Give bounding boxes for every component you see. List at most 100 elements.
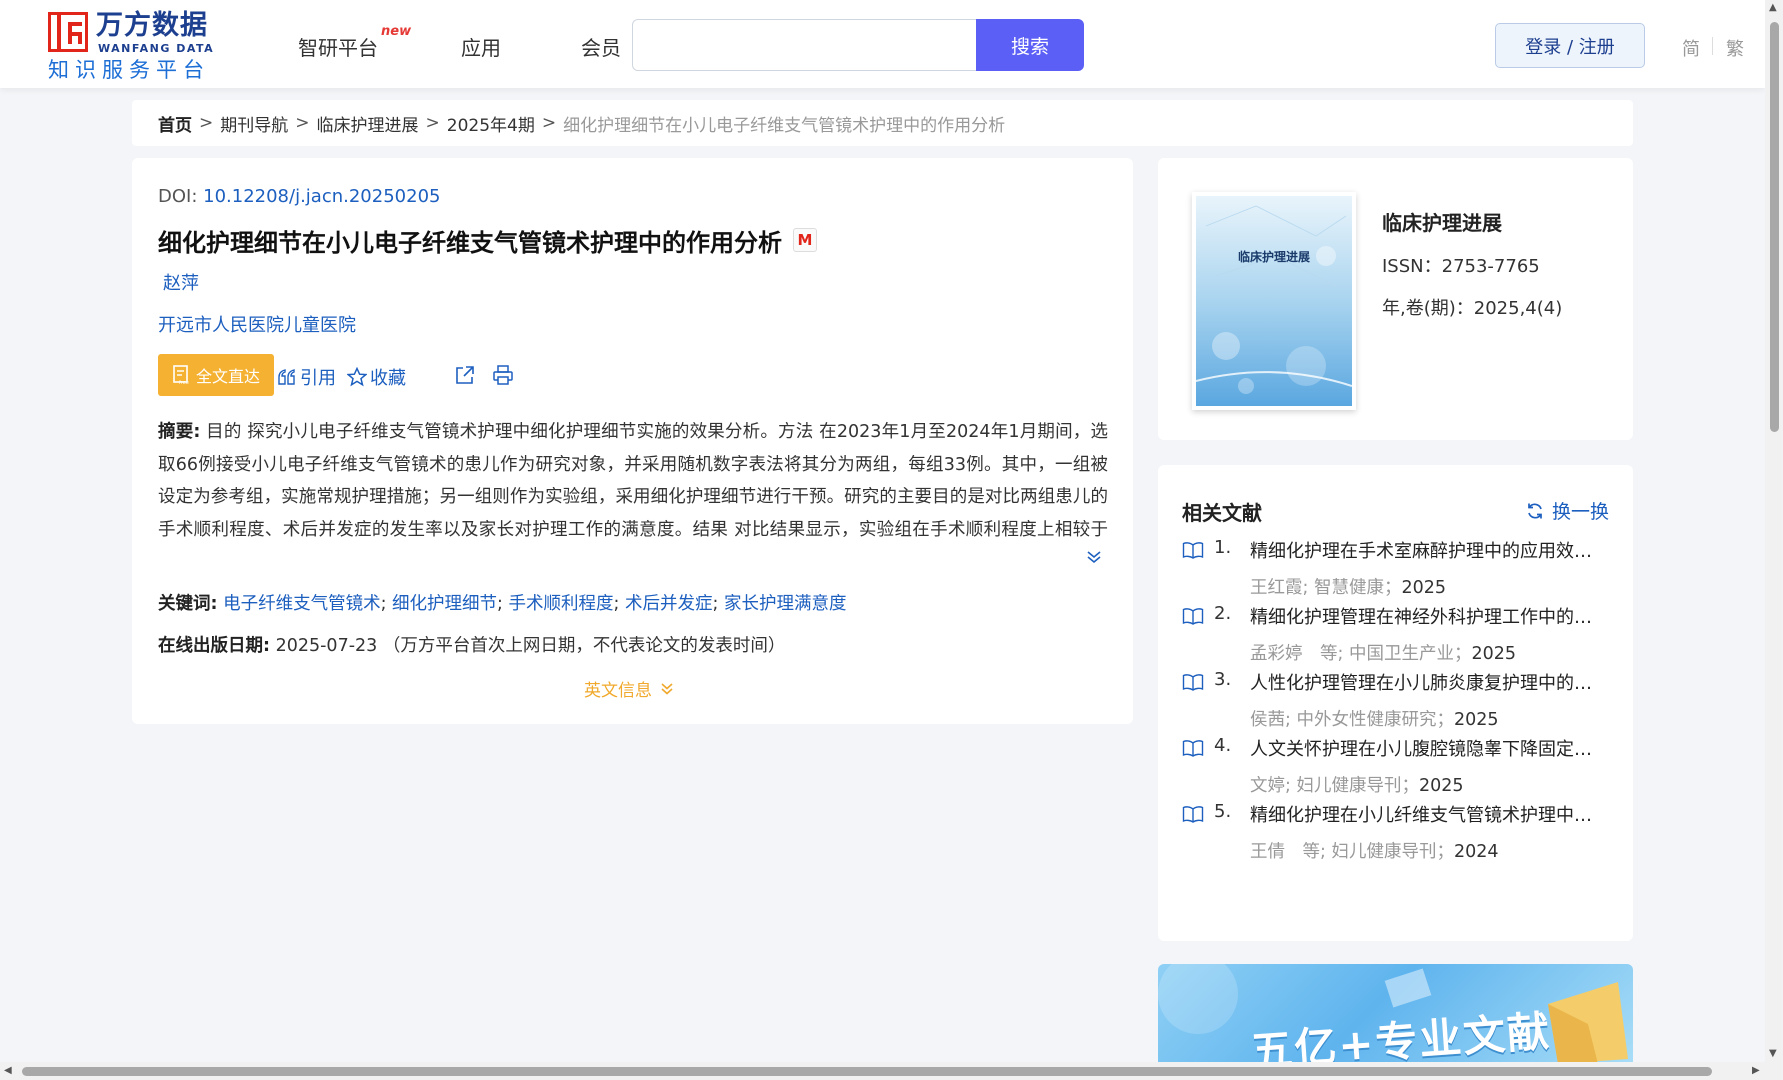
mendeley-icon[interactable]: M xyxy=(793,228,817,252)
journal-volume-value: 2025,4(4) xyxy=(1473,298,1563,319)
horizontal-scroll-thumb[interactable] xyxy=(22,1067,1712,1076)
logo-english-name: WANFANG DATA xyxy=(98,42,215,55)
affiliation-link[interactable]: 开远市人民医院儿童医院 xyxy=(158,311,356,337)
chevron-double-down-icon xyxy=(661,682,673,695)
breadcrumb-separator: > xyxy=(425,113,440,133)
scroll-down-arrow-icon[interactable]: ▼ xyxy=(1769,1048,1777,1059)
breadcrumb-home[interactable]: 首页 xyxy=(158,111,192,136)
breadcrumb-separator: > xyxy=(541,113,557,133)
fulltext-label: 全文直达 xyxy=(195,367,260,386)
search-input[interactable] xyxy=(632,19,976,71)
print-icon[interactable] xyxy=(492,364,514,386)
related-item-number: 5. xyxy=(1214,801,1232,822)
refresh-button[interactable]: 换一换 xyxy=(1526,497,1609,524)
journal-volume: 年,卷(期)：2025,4(4) xyxy=(1382,294,1562,320)
horizontal-scrollbar[interactable]: ◀ ▶ xyxy=(0,1062,1783,1080)
logo-subtitle: 知识服务平台 xyxy=(48,58,210,82)
lang-divider xyxy=(1712,37,1713,55)
journal-volume-label: 年,卷(期)： xyxy=(1382,298,1474,319)
publish-date-note: （万方平台首次上网日期，不代表论文的发表时间） xyxy=(382,636,786,656)
top-header: 万方数据 WANFANG DATA 知识服务平台 智研平台 new 应用 会员 … xyxy=(0,0,1765,88)
related-item-source: 文婷; 妇儿健康导刊； xyxy=(1250,776,1419,796)
keyword-link[interactable]: 电子纤维支气管镜术 xyxy=(223,594,381,614)
svg-text:free: free xyxy=(179,380,189,385)
related-item-meta: 王红霞; 智慧健康；2025 xyxy=(1250,574,1446,599)
book-icon xyxy=(1182,674,1204,691)
favorite-button[interactable]: 收藏 xyxy=(347,364,406,390)
vertical-scrollbar[interactable]: ▲ ▼ xyxy=(1765,0,1783,1062)
article-title: 细化护理细节在小儿电子纤维支气管镜术护理中的作用分析 xyxy=(158,229,782,257)
breadcrumb-issue[interactable]: 2025年4期 xyxy=(447,111,535,136)
search-button[interactable]: 搜索 xyxy=(976,19,1084,71)
related-item-title[interactable]: 人文关怀护理在小儿腹腔镜隐睾下降固定术中的应用 xyxy=(1250,735,1600,761)
nav-zhiyan-platform[interactable]: 智研平台 xyxy=(298,32,378,61)
vertical-scroll-thumb[interactable] xyxy=(1770,22,1779,432)
author-link[interactable]: 赵萍 xyxy=(163,269,199,295)
keyword-link[interactable]: 手术顺利程度 xyxy=(509,594,614,614)
login-register-button[interactable]: 登录 / 注册 xyxy=(1495,23,1645,68)
related-item-title[interactable]: 精细化护理在小儿纤维支气管镜术护理中的应用分析 xyxy=(1250,801,1600,827)
english-info-toggle[interactable]: 英文信息 xyxy=(584,676,674,701)
lang-traditional-toggle[interactable]: 繁 xyxy=(1726,35,1744,61)
favorite-label: 收藏 xyxy=(370,368,406,389)
related-item-source: 王红霞; 智慧健康； xyxy=(1250,578,1402,598)
related-item-year: 2025 xyxy=(1418,776,1464,796)
related-item-number: 2. xyxy=(1214,603,1232,624)
share-icon[interactable] xyxy=(454,364,476,386)
related-item-source: 王倩 等; 妇儿健康导刊； xyxy=(1250,842,1454,862)
promo-banner[interactable]: 五亿+专业文献 xyxy=(1158,964,1633,1064)
breadcrumb-journal[interactable]: 临床护理进展 xyxy=(317,111,419,136)
nav-membership[interactable]: 会员 xyxy=(581,32,621,61)
doi-line: DOI: 10.12208/j.jacn.20250205 xyxy=(158,186,440,207)
wanfang-logo-mark-icon xyxy=(48,12,88,52)
scroll-right-arrow-icon[interactable]: ▶ xyxy=(1752,1065,1760,1076)
abstract-label: 摘要: xyxy=(158,422,201,442)
journal-cover-title: 临床护理进展 xyxy=(1237,250,1310,264)
doi-link[interactable]: 10.12208/j.jacn.20250205 xyxy=(203,186,440,207)
free-document-icon: free xyxy=(173,365,189,385)
keywords-row: 关键词: 电子纤维支气管镜术; 细化护理细节; 手术顺利程度; 术后并发症; 家… xyxy=(158,594,847,614)
lang-simplified-toggle[interactable]: 简 xyxy=(1682,35,1700,61)
breadcrumb-journal-nav[interactable]: 期刊导航 xyxy=(220,111,288,136)
related-item-meta: 文婷; 妇儿健康导刊；2025 xyxy=(1250,772,1464,797)
publish-date-row: 在线出版日期: 2025-07-23 （万方平台首次上网日期，不代表论文的发表时… xyxy=(158,632,785,657)
book-icon xyxy=(1182,740,1204,757)
breadcrumb-separator: > xyxy=(295,113,310,133)
related-item-meta: 王倩 等; 妇儿健康导刊；2024 xyxy=(1250,838,1499,863)
expand-abstract-icon[interactable] xyxy=(1086,549,1102,565)
related-item-meta: 侯茜; 中外女性健康研究；2025 xyxy=(1250,706,1499,731)
related-item-title[interactable]: 人性化护理管理在小儿肺炎康复护理中的应用效果 xyxy=(1250,669,1600,695)
keyword-link[interactable]: 细化护理细节 xyxy=(392,594,497,614)
cite-button[interactable]: 引用 xyxy=(277,364,336,390)
journal-cover-image xyxy=(1195,196,1353,406)
scroll-up-arrow-icon[interactable]: ▲ xyxy=(1769,2,1777,13)
english-info-label: 英文信息 xyxy=(584,681,652,701)
fulltext-button[interactable]: free 全文直达 xyxy=(158,354,274,396)
related-item[interactable]: 5. 精细化护理在小儿纤维支气管镜术护理中的应用分析王倩 等; 妇儿健康导刊；20… xyxy=(1182,801,1612,876)
abstract: 摘要: 目的 探究小儿电子纤维支气管镜术护理中细化护理细节实施的效果分析。方法 … xyxy=(158,416,1108,546)
keyword-link[interactable]: 家长护理满意度 xyxy=(724,594,847,614)
star-icon xyxy=(347,367,367,387)
keywords-label: 关键词: xyxy=(158,594,218,614)
related-item-title[interactable]: 精细化护理在手术室麻醉护理中的应用效果分析 xyxy=(1250,537,1600,563)
journal-issn-label: ISSN： xyxy=(1382,256,1442,277)
nav-apps[interactable]: 应用 xyxy=(461,32,501,61)
scroll-left-arrow-icon[interactable]: ◀ xyxy=(4,1065,12,1076)
journal-name[interactable]: 临床护理进展 xyxy=(1382,207,1502,236)
related-item-title[interactable]: 精细化护理管理在神经外科护理工作中的应用效果 xyxy=(1250,603,1600,629)
book-icon xyxy=(1182,608,1204,625)
keyword-link[interactable]: 术后并发症 xyxy=(625,594,713,614)
journal-card: 临床护理进展 临床护理进展 ISSN：2753-7765 年,卷(期)：2025… xyxy=(1158,158,1633,440)
related-item[interactable]: 3. 人性化护理管理在小儿肺炎康复护理中的应用效果侯茜; 中外女性健康研究；202… xyxy=(1182,669,1612,744)
related-item[interactable]: 1. 精细化护理在手术室麻醉护理中的应用效果分析 王红霞; 智慧健康；2025 xyxy=(1182,537,1612,612)
related-title: 相关文献 xyxy=(1182,501,1262,525)
wanfang-logo[interactable]: 万方数据 WANFANG DATA 知识服务平台 xyxy=(48,10,218,82)
book-icon xyxy=(1182,806,1204,823)
related-item-source: 孟彩婷 等; 中国卫生产业； xyxy=(1250,644,1472,664)
book-icon xyxy=(1182,542,1204,559)
breadcrumb-current: 细化护理细节在小儿电子纤维支气管镜术护理中的作用分析 xyxy=(563,115,1006,136)
related-item[interactable]: 2. 精细化护理管理在神经外科护理工作中的应用效果孟彩婷 等; 中国卫生产业；20… xyxy=(1182,603,1612,678)
journal-cover[interactable]: 临床护理进展 xyxy=(1192,192,1356,410)
related-item[interactable]: 4. 人文关怀护理在小儿腹腔镜隐睾下降固定术中的应用文婷; 妇儿健康导刊；2025 xyxy=(1182,735,1612,810)
logo-chinese-name: 万方数据 xyxy=(96,10,208,41)
